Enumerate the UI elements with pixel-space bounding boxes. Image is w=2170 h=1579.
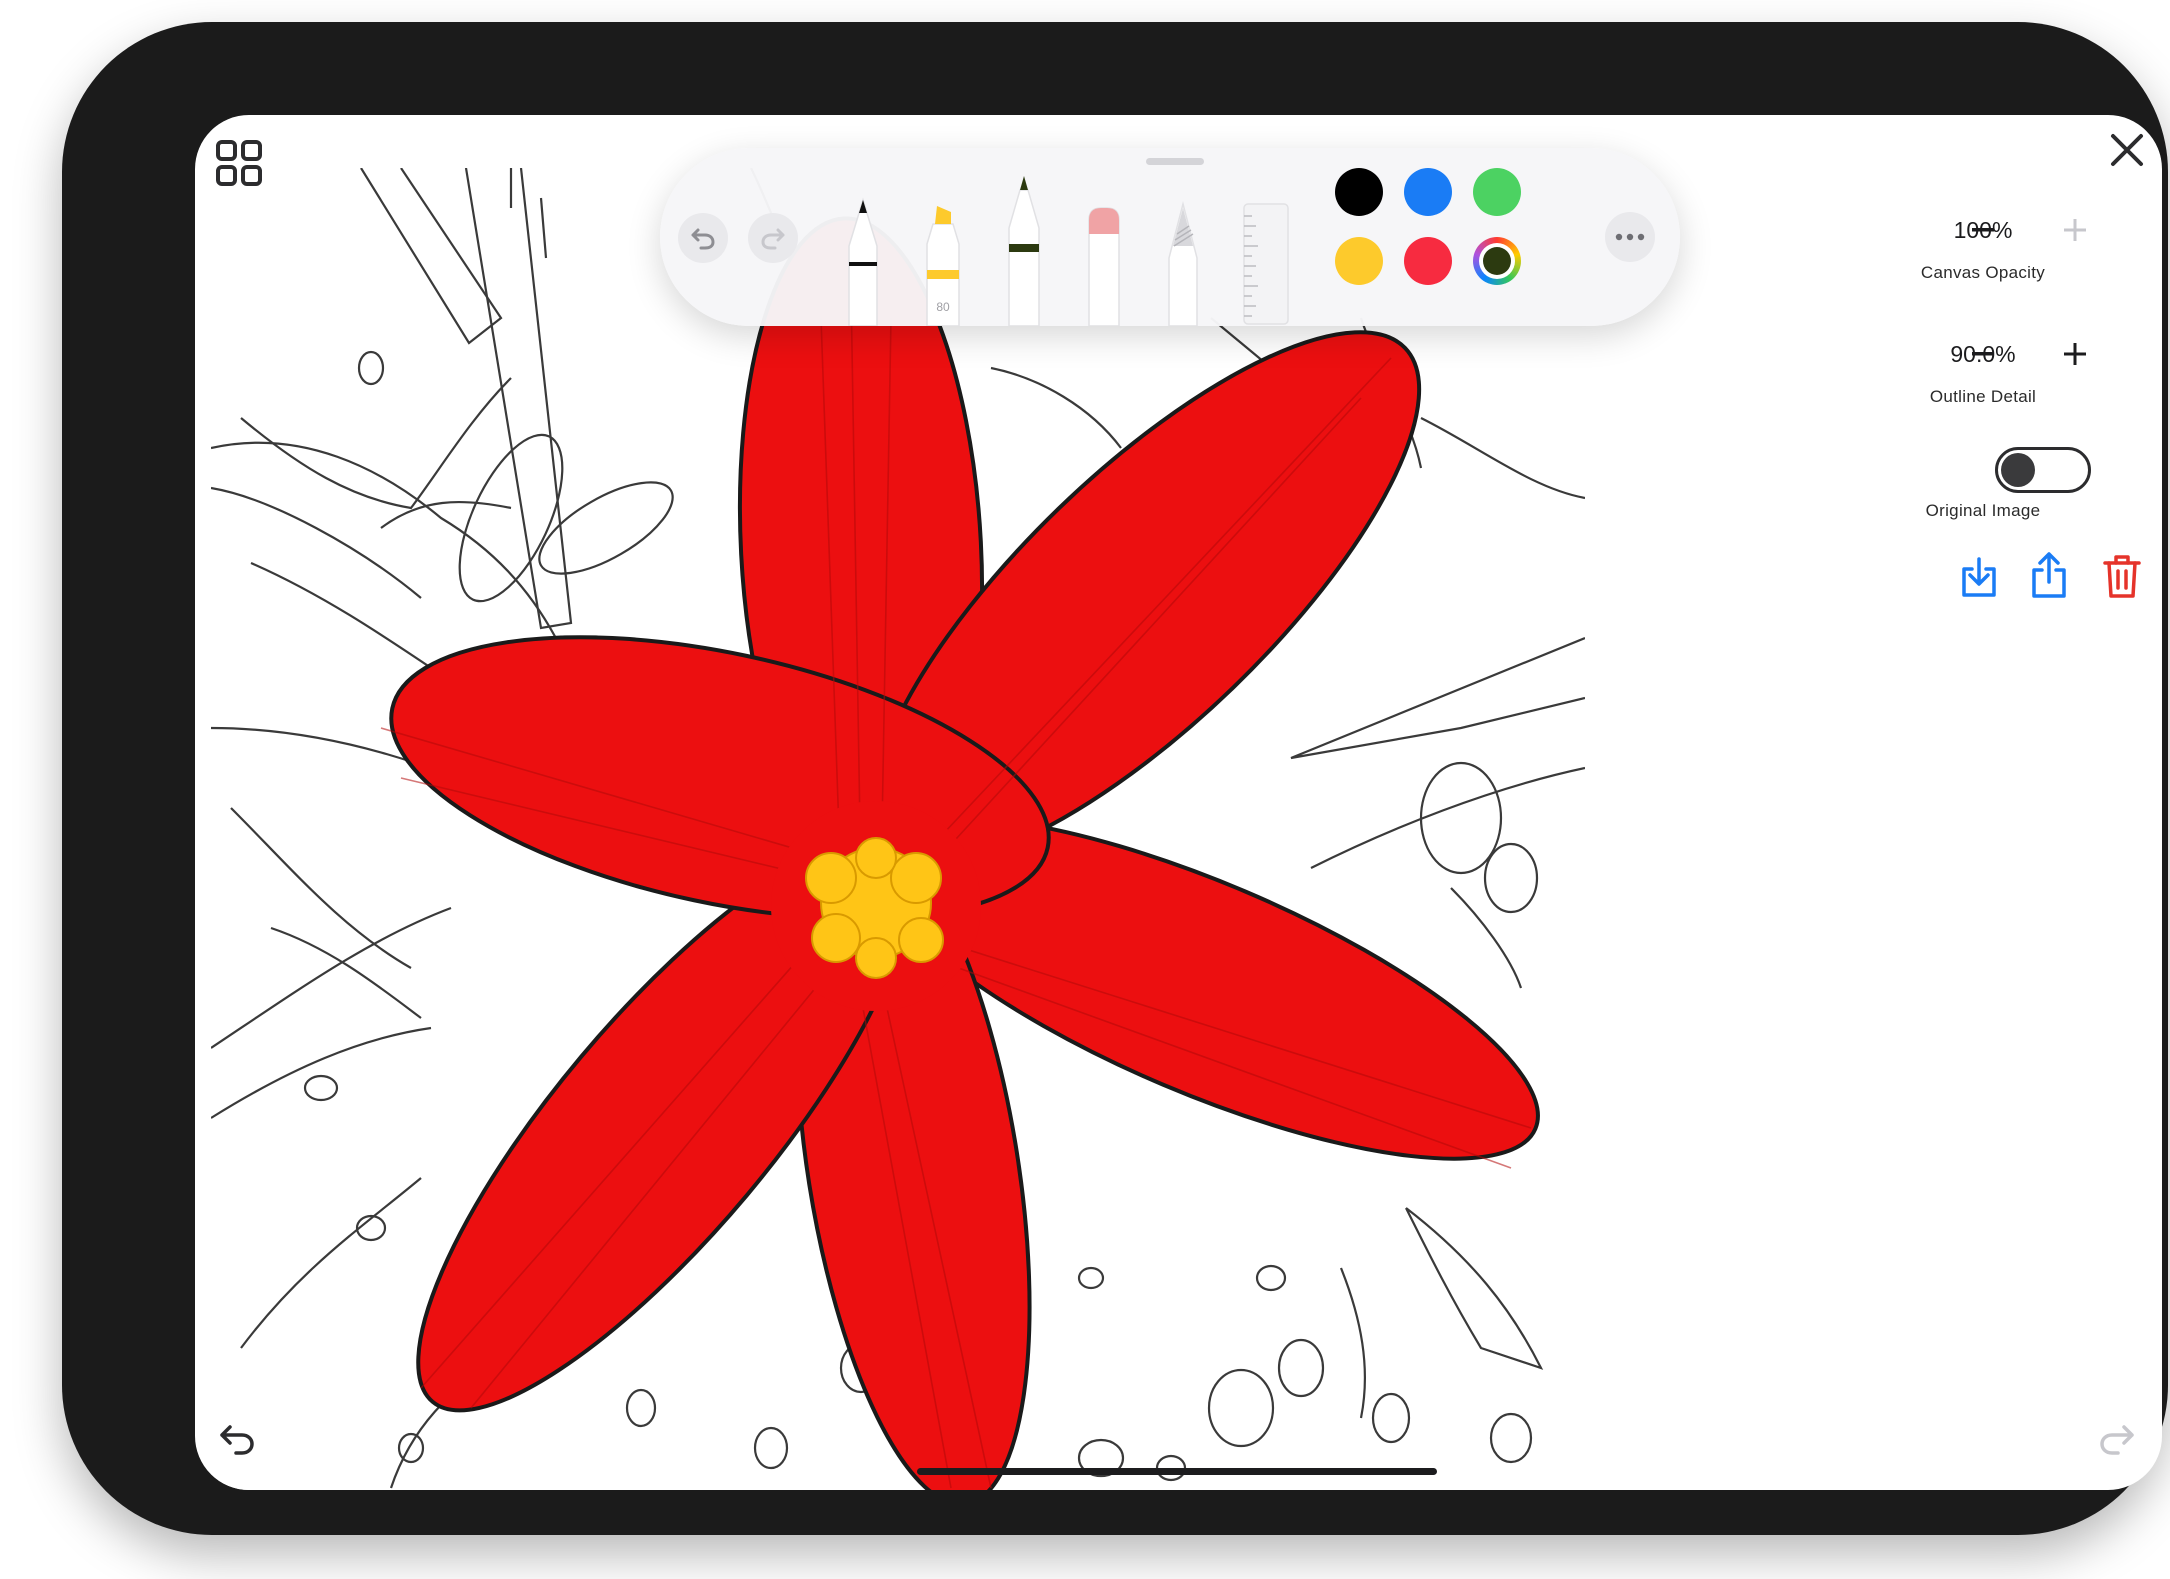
redo-button[interactable] bbox=[748, 213, 798, 263]
original-image-toggle[interactable] bbox=[1995, 447, 2091, 493]
pen-tool-icon bbox=[848, 197, 878, 327]
highlighter-size-label: 80 bbox=[936, 300, 950, 314]
more-options-button[interactable] bbox=[1605, 212, 1655, 262]
undo-icon bbox=[691, 228, 715, 250]
trash-icon bbox=[2103, 555, 2141, 598]
close-button[interactable] bbox=[2105, 128, 2149, 172]
color-swatch-blue[interactable] bbox=[1404, 168, 1452, 216]
canvas-redo-button[interactable] bbox=[2093, 1415, 2141, 1463]
ruler-tool[interactable] bbox=[1242, 202, 1290, 331]
canvas-opacity-increase-button[interactable] bbox=[2055, 210, 2095, 250]
plus-icon bbox=[2064, 219, 2086, 241]
tool-palette: 80 bbox=[660, 148, 1680, 327]
color-swatch-green[interactable] bbox=[1473, 168, 1521, 216]
undo-icon bbox=[220, 1425, 254, 1455]
eraser-tool[interactable] bbox=[1085, 204, 1123, 331]
download-button[interactable] bbox=[1955, 551, 2003, 603]
redo-icon bbox=[2100, 1425, 2134, 1455]
pencil-tool[interactable] bbox=[1165, 200, 1201, 331]
tablet-frame: 80 100% Canvas Opacity 90.0% Outline Det… bbox=[62, 22, 2168, 1535]
ellipsis-icon bbox=[1615, 233, 1645, 241]
pencil-tool-icon bbox=[1168, 201, 1198, 327]
color-swatch-black[interactable] bbox=[1335, 168, 1383, 216]
color-picker-selected[interactable] bbox=[1473, 237, 1521, 285]
outline-detail-label: Outline Detail bbox=[1929, 387, 2037, 406]
coloring-page-artwork bbox=[211, 168, 1585, 1490]
canvas-undo-button[interactable] bbox=[213, 1415, 261, 1463]
home-indicator[interactable] bbox=[917, 1468, 1437, 1475]
ruler-tool-icon bbox=[1243, 203, 1289, 325]
close-icon bbox=[2111, 134, 2143, 166]
pen-tool[interactable] bbox=[845, 196, 881, 331]
drawing-canvas[interactable] bbox=[211, 168, 1585, 1490]
fineliner-tool-icon bbox=[1008, 176, 1040, 327]
redo-icon bbox=[761, 228, 785, 250]
gallery-button[interactable] bbox=[213, 137, 265, 189]
share-icon bbox=[2032, 552, 2066, 598]
fineliner-tool[interactable] bbox=[1005, 176, 1043, 331]
delete-button[interactable] bbox=[2098, 549, 2146, 603]
selected-color-dot bbox=[1479, 243, 1515, 279]
toggle-knob bbox=[2001, 453, 2035, 487]
color-swatch-red[interactable] bbox=[1404, 237, 1452, 285]
color-swatch-yellow[interactable] bbox=[1335, 237, 1383, 285]
original-image-label: Original Image bbox=[1925, 501, 2041, 520]
palette-grabber[interactable] bbox=[1146, 158, 1204, 165]
eraser-tool-icon bbox=[1088, 207, 1120, 327]
outline-detail-value: 90.0% bbox=[1950, 341, 2016, 367]
outline-detail-increase-button[interactable] bbox=[2055, 334, 2095, 374]
flower-drawing bbox=[380, 216, 1540, 1490]
plus-icon bbox=[2064, 343, 2086, 365]
app-screen: 80 100% Canvas Opacity 90.0% Outline Det… bbox=[195, 115, 2162, 1490]
share-button[interactable] bbox=[2025, 547, 2073, 603]
canvas-opacity-value: 100% bbox=[1953, 217, 2013, 243]
download-icon bbox=[1962, 557, 1996, 597]
grid-icon bbox=[216, 140, 262, 186]
highlighter-tool[interactable]: 80 bbox=[923, 204, 963, 331]
undo-button[interactable] bbox=[678, 213, 728, 263]
canvas-opacity-label: Canvas Opacity bbox=[1920, 263, 2046, 282]
